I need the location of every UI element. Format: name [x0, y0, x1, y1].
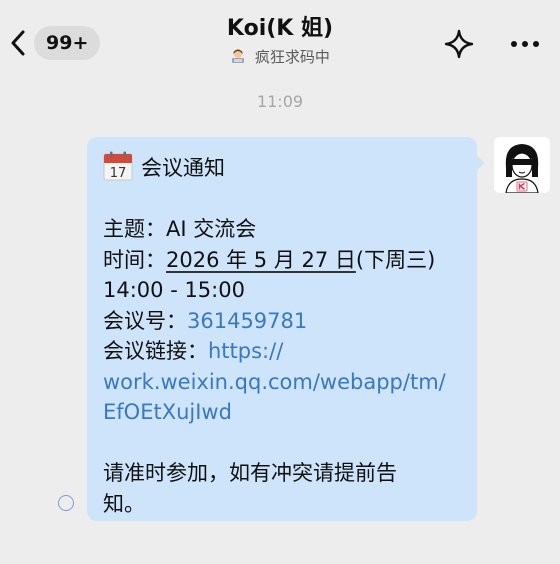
closing-line-2: 知。 [103, 491, 145, 516]
meeting-id-line: 会议号：361459781 [103, 306, 461, 337]
woman-technologist-emoji-icon [230, 48, 246, 64]
message-timestamp: 11:09 [256, 92, 304, 111]
chat-status-text: 疯狂求码中 [254, 48, 330, 66]
time-label: 时间： [103, 247, 166, 272]
chat-title-block: Koi(K 姐) 疯狂求码中 [0, 14, 560, 68]
calendar-icon: 17 [103, 151, 133, 181]
more-options-button[interactable] [508, 30, 542, 58]
bubble-tail [476, 155, 485, 171]
meeting-url-part3[interactable]: EfOEtXujIwd [103, 397, 461, 428]
chat-header: 99+ Koi(K 姐) 疯狂求码中 [0, 0, 560, 80]
meeting-url-part2[interactable]: work.weixin.qq.com/webapp/tm/ [103, 367, 461, 398]
date-link[interactable]: 2026 年 5 月 27 日 [166, 248, 356, 272]
meeting-url-part1[interactable]: https:// [208, 339, 283, 363]
meeting-link-line: 会议链接：https:// [103, 336, 461, 367]
closing-line-1: 请准时参加，如有冲突请提前告 [103, 461, 397, 485]
message-heading-text: 会议通知 [141, 156, 225, 180]
chat-status: 疯狂求码中 [0, 46, 560, 68]
message-bubble[interactable]: 17 会议通知 主题：AI 交流会 时间：2026 年 5 月 27 日(下周三… [87, 137, 477, 521]
more-dots-icon [511, 41, 539, 47]
avatar-illustration-icon [494, 137, 550, 193]
weekday-text: (下周三) [355, 247, 436, 272]
meeting-link-label: 会议链接： [103, 339, 208, 363]
read-status-indicator [58, 495, 74, 511]
sparkle-button[interactable] [442, 27, 476, 61]
meeting-id-label: 会议号： [103, 308, 187, 333]
meeting-id-link[interactable]: 361459781 [187, 309, 307, 333]
sparkle-icon [444, 29, 474, 59]
time-range: 14:00 - 15:00 [103, 278, 245, 302]
time-line: 时间：2026 年 5 月 27 日(下周三) [103, 245, 461, 276]
topic-line: 主题：AI 交流会 [103, 214, 461, 245]
topic-label: 主题： [103, 217, 166, 241]
svg-text:17: 17 [110, 166, 127, 181]
message-heading: 17 会议通知 [103, 151, 461, 184]
avatar[interactable] [494, 137, 550, 193]
chat-title: Koi(K 姐) [226, 16, 334, 41]
topic-value: AI 交流会 [166, 217, 257, 241]
